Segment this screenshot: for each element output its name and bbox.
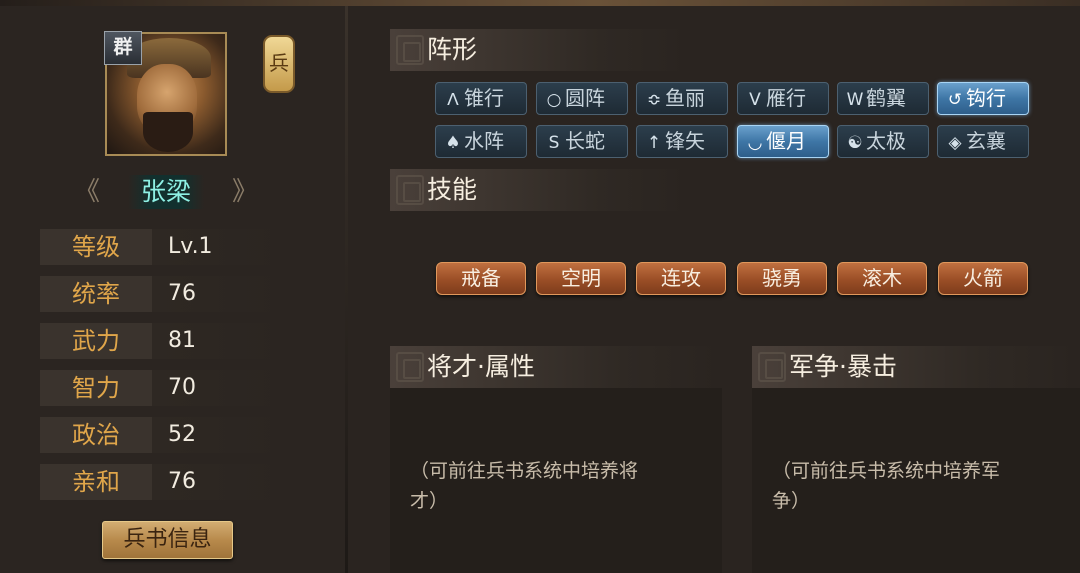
stat-label: 武力	[40, 323, 152, 359]
formation-label: 玄襄	[966, 129, 1006, 153]
stat-value: 76	[168, 281, 196, 306]
formation-button-yanxing[interactable]: V 雁行	[737, 82, 829, 115]
stat-label: 亲和	[40, 464, 152, 500]
troop-type-badge[interactable]: 兵	[263, 35, 295, 93]
warfare-hint-line1: （可前往兵书系统中培养军	[772, 460, 1001, 482]
skill-button[interactable]: 连攻	[636, 262, 726, 295]
talent-header: 将才·属性	[390, 346, 722, 388]
formation-label: 长蛇	[565, 129, 605, 153]
stat-label: 等级	[40, 229, 152, 265]
formation-header: 阵形	[390, 29, 690, 71]
formation-button-fengshi[interactable]: ↑ 锋矢	[636, 125, 728, 158]
ornament-icon	[758, 352, 786, 382]
warfare-header: 军争·暴击	[752, 346, 1080, 388]
formation-label: 雁行	[766, 86, 806, 110]
stat-value: 70	[168, 375, 196, 400]
arrow-up-icon: ᐱ	[447, 90, 459, 110]
talent-hint-line2: 才）	[410, 490, 449, 512]
next-hero-icon[interactable]: 》	[230, 173, 260, 211]
formation-label: 水阵	[464, 129, 504, 153]
talent-hint-line1: （可前往兵书系统中培养将	[410, 460, 639, 482]
stat-value: Lv.1	[168, 234, 213, 259]
skill-button[interactable]: 戒备	[436, 262, 526, 295]
section-title: 军争·暴击	[789, 352, 897, 381]
formation-button-shuizhen[interactable]: ♠ 水阵	[435, 125, 527, 158]
stat-label: 智力	[40, 370, 152, 406]
w-shape-icon: W	[846, 90, 864, 110]
stat-row-level: 等级 Lv.1	[40, 229, 280, 265]
book-info-button[interactable]: 兵书信息	[102, 521, 233, 559]
skills-header: 技能	[390, 169, 690, 211]
section-title: 技能	[427, 175, 478, 204]
stat-label: 政治	[40, 417, 152, 453]
crescent-icon: ◡	[747, 133, 763, 153]
skill-button[interactable]: 骁勇	[737, 262, 827, 295]
formation-label: 鹤翼	[866, 86, 906, 110]
formation-label: 鱼丽	[665, 86, 705, 110]
skill-button[interactable]: 火箭	[938, 262, 1028, 295]
v-shape-icon: V	[749, 90, 761, 110]
formation-button-heyi[interactable]: W 鹤翼	[837, 82, 929, 115]
stat-row-force: 武力 81	[40, 323, 280, 359]
skill-button[interactable]: 空明	[536, 262, 626, 295]
formation-label: 太极	[866, 129, 906, 153]
formation-button-yuli[interactable]: ≎ 鱼丽	[636, 82, 728, 115]
formation-label: 锥行	[464, 86, 504, 110]
stat-value: 76	[168, 469, 196, 494]
section-title: 阵形	[427, 35, 478, 64]
formation-button-zhuixing[interactable]: ᐱ 锥行	[435, 82, 527, 115]
stat-value: 81	[168, 328, 196, 353]
formation-label: 锋矢	[665, 129, 705, 153]
stat-label: 统率	[40, 276, 152, 312]
skill-button[interactable]: 滚木	[837, 262, 927, 295]
formation-button-xuanxiang[interactable]: ◈ 玄襄	[937, 125, 1029, 158]
hero-name-bar: 《 张梁 》	[68, 173, 264, 211]
hero-name: 张梁	[128, 175, 204, 209]
formation-button-taiji[interactable]: ☯ 太极	[837, 125, 929, 158]
formation-button-changshe[interactable]: S 长蛇	[536, 125, 628, 158]
fish-scale-icon: ≎	[646, 90, 662, 110]
circle-icon: ○	[546, 90, 562, 110]
stat-row-leadership: 统率 76	[40, 276, 280, 312]
formation-label: 钩行	[966, 86, 1006, 110]
formation-label: 圆阵	[565, 86, 605, 110]
stat-row-politics: 政治 52	[40, 417, 280, 453]
stat-row-charm: 亲和 76	[40, 464, 280, 500]
ornament-icon	[396, 175, 424, 205]
ornament-icon	[396, 35, 424, 65]
ornament-icon	[396, 352, 424, 382]
stat-row-intelligence: 智力 70	[40, 370, 280, 406]
stat-value: 52	[168, 422, 196, 447]
prev-hero-icon[interactable]: 《	[72, 173, 102, 211]
formation-label: 偃月	[766, 129, 806, 153]
warfare-hint-line2: 争）	[772, 490, 811, 512]
formation-button-gouxing[interactable]: ↺ 钩行	[937, 82, 1029, 115]
beard-art	[143, 112, 193, 152]
snake-icon: S	[548, 133, 560, 153]
arrowhead-icon: ↑	[646, 133, 662, 153]
taiji-icon: ☯	[847, 133, 863, 153]
hook-icon: ↺	[947, 90, 963, 110]
formation-button-yanyue[interactable]: ◡ 偃月	[737, 125, 829, 158]
formation-button-yuanzhen[interactable]: ○ 圆阵	[536, 82, 628, 115]
panel-divider	[345, 6, 348, 573]
diamond-icon: ◈	[948, 133, 962, 153]
faction-badge: 群	[104, 31, 142, 65]
water-icon: ♠	[445, 133, 461, 153]
section-title: 将才·属性	[427, 352, 535, 381]
